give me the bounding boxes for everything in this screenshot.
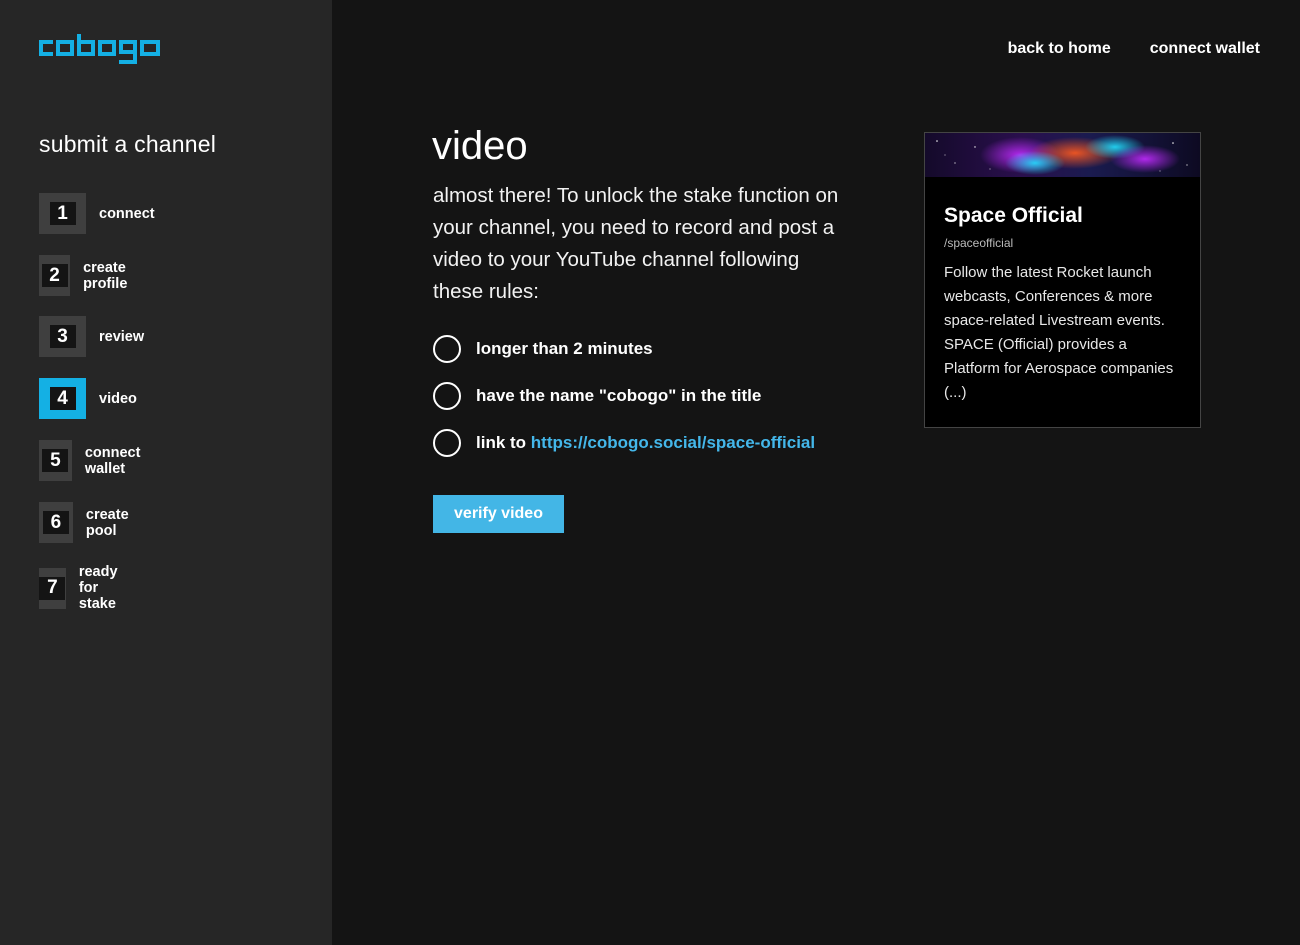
step-ready-for-stake[interactable]: 7 ready for stake bbox=[39, 564, 138, 612]
intro-text: almost there! To unlock the stake functi… bbox=[433, 184, 839, 303]
rule-item: link to https://cobogo.social/space-offi… bbox=[433, 429, 815, 457]
rule-item: longer than 2 minutes bbox=[433, 335, 815, 363]
rule-text: have the name "cobogo" in the title bbox=[476, 386, 762, 405]
sidebar: submit a channel 1 connect 2 create prof… bbox=[0, 0, 332, 945]
step-label: create profile bbox=[83, 259, 128, 292]
step-label: connect wallet bbox=[84, 444, 141, 477]
step-number: 2 bbox=[41, 264, 68, 287]
cobogo-logo[interactable] bbox=[39, 34, 160, 64]
rule-text: longer than 2 minutes bbox=[476, 339, 653, 358]
step-number: 1 bbox=[49, 202, 76, 225]
step-create-profile[interactable]: 2 create profile bbox=[39, 255, 143, 296]
rule-link-prefix: link to bbox=[476, 433, 531, 452]
verify-video-button[interactable]: verify video bbox=[433, 495, 564, 533]
rules-list: longer than 2 minutes have the name "cob… bbox=[433, 335, 815, 476]
step-connect-wallet[interactable]: 5 connect wallet bbox=[39, 440, 155, 481]
sidebar-title: submit a channel bbox=[39, 131, 217, 157]
channel-banner-image bbox=[925, 133, 1200, 177]
channel-link[interactable]: https://cobogo.social/space-official bbox=[531, 433, 815, 452]
page-title: video bbox=[432, 124, 528, 168]
step-number-box: 7 bbox=[39, 567, 66, 609]
step-number-box: 6 bbox=[39, 502, 73, 543]
step-number-box: 1 bbox=[39, 193, 86, 234]
rule-checkbox[interactable] bbox=[433, 382, 461, 410]
step-label: create pool bbox=[85, 506, 129, 539]
step-label: connect bbox=[99, 205, 155, 222]
rule-item: have the name "cobogo" in the title bbox=[433, 382, 815, 410]
step-label: review bbox=[99, 328, 145, 345]
step-connect[interactable]: 1 connect bbox=[39, 193, 155, 234]
step-number: 7 bbox=[39, 576, 66, 600]
rule-checkbox[interactable] bbox=[433, 335, 461, 363]
step-label: video bbox=[99, 390, 137, 407]
step-number: 3 bbox=[49, 325, 76, 348]
channel-card: Space Official /spaceofficial Follow the… bbox=[924, 132, 1201, 428]
rule-checkbox[interactable] bbox=[433, 429, 461, 457]
step-number-box: 4 bbox=[39, 378, 86, 419]
step-number-box: 2 bbox=[39, 255, 71, 296]
top-nav: back to home connect wallet bbox=[1008, 40, 1260, 58]
channel-name: Space Official bbox=[944, 204, 1083, 227]
rule-text: link to https://cobogo.social/space-offi… bbox=[476, 433, 815, 453]
step-create-pool[interactable]: 6 create pool bbox=[39, 502, 142, 543]
step-video[interactable]: 4 video bbox=[39, 378, 137, 419]
step-label: ready for stake bbox=[78, 564, 118, 612]
step-number-box: 3 bbox=[39, 316, 86, 357]
step-number: 4 bbox=[49, 387, 76, 410]
channel-handle: /spaceofficial bbox=[944, 236, 1014, 250]
back-to-home-link[interactable]: back to home bbox=[1008, 40, 1111, 58]
step-number: 6 bbox=[42, 511, 69, 534]
step-number-box: 5 bbox=[39, 440, 72, 481]
channel-description: Follow the latest Rocket launch webcasts… bbox=[944, 264, 1174, 401]
step-review[interactable]: 3 review bbox=[39, 316, 144, 357]
step-number: 5 bbox=[42, 449, 69, 472]
connect-wallet-link[interactable]: connect wallet bbox=[1150, 40, 1260, 58]
